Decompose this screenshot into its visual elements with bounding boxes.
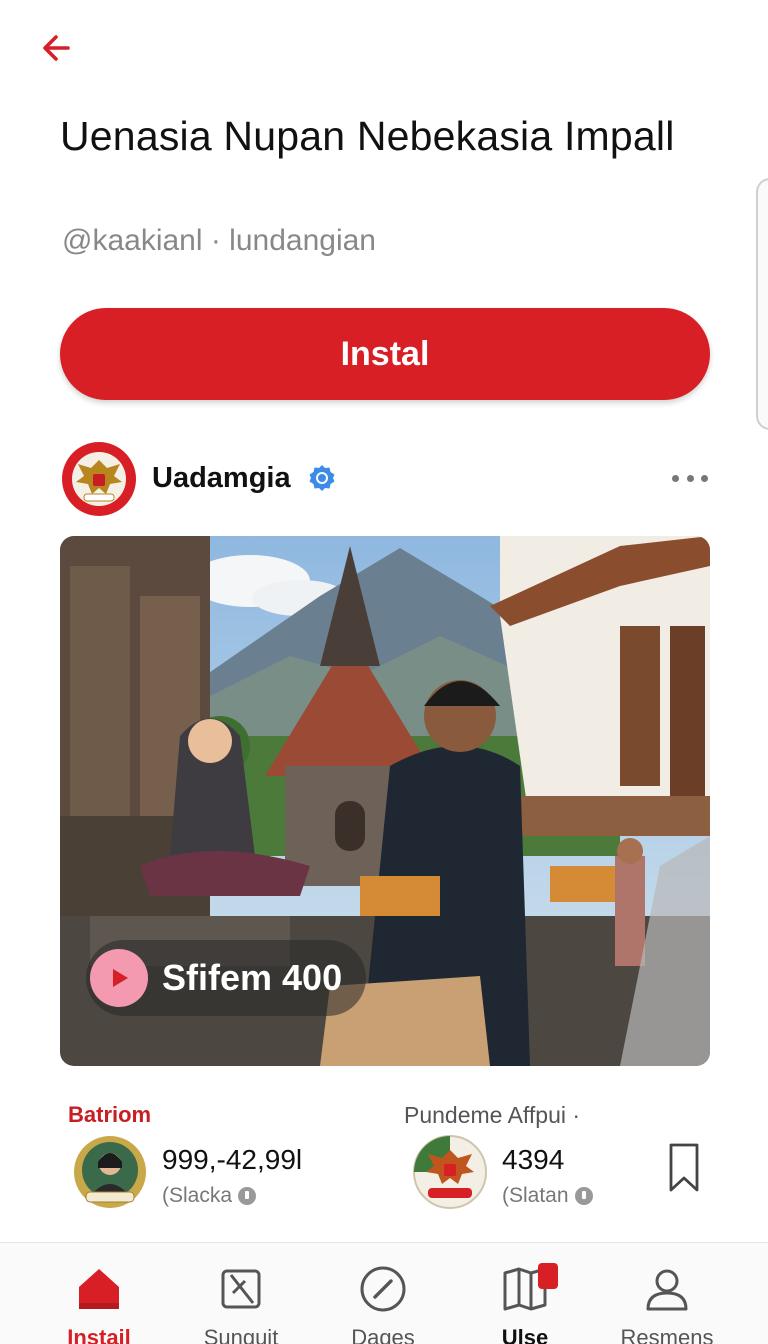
back-button[interactable] — [34, 26, 78, 70]
crop-icon — [221, 1269, 261, 1309]
stat-subtext: (Slatan — [502, 1184, 593, 1208]
garuda-emblem-icon — [64, 444, 134, 514]
media-label: Sfifem 400 — [162, 957, 343, 998]
video-play-button[interactable]: Sfifem 400 — [86, 940, 367, 1016]
notification-badge — [538, 1263, 558, 1289]
more-horizontal-icon — [672, 474, 679, 482]
garuda-seal-icon — [412, 1134, 488, 1210]
compass-icon — [360, 1266, 406, 1312]
post-header: Uadamgia — [62, 442, 712, 516]
bookmark-button[interactable] — [666, 1142, 702, 1194]
home-icon — [79, 1269, 119, 1309]
stat-value: 999,-42,99l — [162, 1144, 303, 1175]
more-options-button[interactable] — [672, 468, 708, 488]
stat-batriom[interactable]: Batriom 999,-42,99l (Slacka — [62, 1098, 382, 1218]
tab-label: Resmens — [620, 1325, 714, 1344]
stats-row: Batriom 999,-42,99l (Slacka Pundeme Affp… — [62, 1098, 712, 1218]
tab-compass[interactable]: Dages — [306, 1243, 460, 1344]
author-name[interactable]: Uadamgia — [152, 462, 291, 495]
tab-home[interactable]: Instail — [22, 1243, 176, 1344]
author-avatar[interactable] — [62, 442, 136, 516]
stat-subtext-label: (Slacka — [162, 1184, 233, 1207]
stat-subtext: (Slacka — [162, 1184, 257, 1208]
app-handle: @kaakianl · lundangian — [62, 224, 376, 257]
profile-icon — [646, 1269, 688, 1311]
bookmark-icon — [669, 1143, 699, 1192]
bottom-tab-bar: Instail Sunguit Dages Ulse Resmens — [0, 1242, 768, 1344]
tab-profile[interactable]: Resmens — [590, 1243, 744, 1344]
stat-heading: Pundeme Affpui · — [404, 1102, 581, 1128]
side-drawer-handle[interactable] — [756, 178, 768, 430]
tab-label: Sunguit — [203, 1325, 279, 1344]
tab-label: Dages — [351, 1325, 415, 1344]
arrow-left-icon — [43, 35, 70, 61]
info-icon — [238, 1187, 257, 1205]
tab-label: Ulse — [501, 1325, 549, 1344]
post-media[interactable]: Sfifem 400 — [60, 536, 710, 1066]
stat-heading: Batriom — [68, 1102, 152, 1127]
stat-value: 4394 — [502, 1144, 565, 1175]
tab-label: Instail — [67, 1325, 131, 1344]
tab-library[interactable]: Ulse — [448, 1243, 602, 1344]
tab-crop[interactable]: Sunguit — [164, 1243, 318, 1344]
install-button[interactable]: Instal — [60, 308, 710, 400]
info-icon — [574, 1187, 593, 1205]
stat-subtext-label: (Slatan — [502, 1184, 569, 1207]
play-icon — [90, 949, 148, 1007]
page-title: Uenasia Nupan Nebekasia Impall — [60, 113, 675, 159]
portrait-seal-icon — [72, 1134, 148, 1210]
verified-badge-icon — [309, 465, 335, 491]
